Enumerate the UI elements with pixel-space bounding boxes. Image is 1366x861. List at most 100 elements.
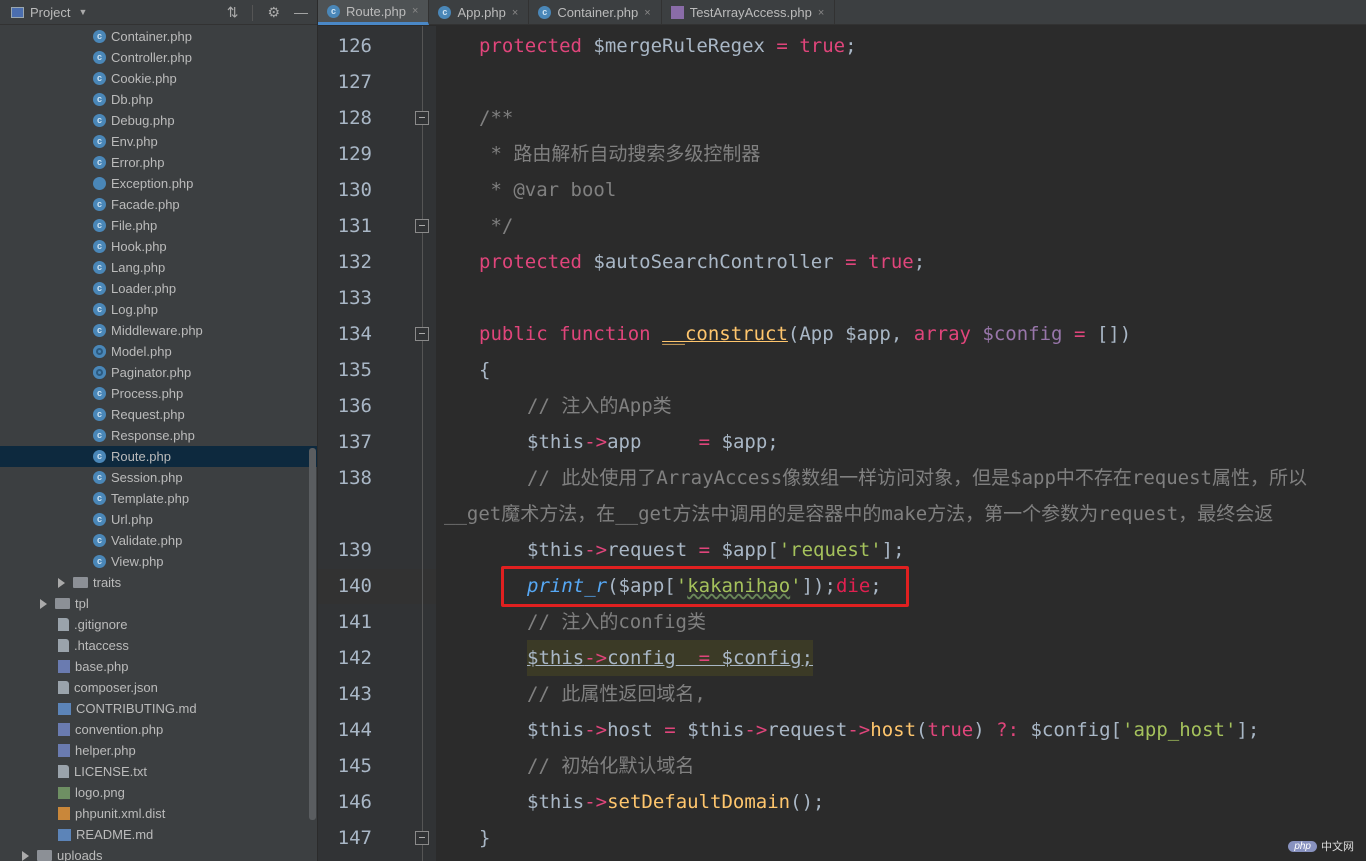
tree-item-label: Model.php: [111, 344, 172, 359]
tree-item[interactable]: c Template.php: [0, 488, 317, 509]
tree-item[interactable]: c Url.php: [0, 509, 317, 530]
line-number: 145: [337, 755, 372, 777]
close-icon[interactable]: ×: [818, 7, 824, 19]
keyword: true: [927, 719, 974, 741]
chevron-down-icon[interactable]: ▼: [78, 7, 87, 17]
tree-item[interactable]: c Lang.php: [0, 257, 317, 278]
tree-item[interactable]: c File.php: [0, 215, 317, 236]
tree-item[interactable]: c Hook.php: [0, 236, 317, 257]
tree-item[interactable]: c Container.php: [0, 26, 317, 47]
image-file-icon: [58, 786, 70, 799]
gear-icon[interactable]: ⚙: [267, 4, 280, 21]
tree-item[interactable]: c Log.php: [0, 299, 317, 320]
tree-item[interactable]: base.php: [0, 656, 317, 677]
tree-item[interactable]: logo.png: [0, 782, 317, 803]
tree-item[interactable]: c Debug.php: [0, 110, 317, 131]
fold-marker-icon[interactable]: [415, 111, 429, 125]
tree-item[interactable]: c Loader.php: [0, 278, 317, 299]
tree-item[interactable]: LICENSE.txt: [0, 761, 317, 782]
close-icon[interactable]: ×: [412, 5, 418, 17]
tree-item[interactable]: c Env.php: [0, 131, 317, 152]
hide-panel-icon[interactable]: —: [294, 4, 308, 21]
text-file-icon: [58, 639, 69, 652]
tree-item[interactable]: c View.php: [0, 551, 317, 572]
tree-item[interactable]: helper.php: [0, 740, 317, 761]
code-line: // 注入的config类: [527, 604, 706, 640]
tree-item-label: base.php: [75, 659, 129, 674]
tab-container[interactable]: c Container.php ×: [529, 0, 662, 25]
code-line: // 注入的App类: [527, 388, 672, 424]
tree-item[interactable]: Paginator.php: [0, 362, 317, 383]
tab-app[interactable]: c App.php ×: [429, 0, 530, 25]
tree-item[interactable]: c Db.php: [0, 89, 317, 110]
tree-item[interactable]: c Middleware.php: [0, 320, 317, 341]
line-number: 138: [337, 467, 372, 489]
line-number: 126: [337, 35, 372, 57]
tree-item[interactable]: c Response.php: [0, 425, 317, 446]
tree-item[interactable]: phpunit.xml.dist: [0, 803, 317, 824]
class-icon: c: [438, 6, 452, 19]
sidebar-scrollbar[interactable]: [309, 448, 316, 820]
punct: ): [973, 719, 997, 741]
tree-item-label: Env.php: [111, 134, 158, 149]
chevron-right-icon[interactable]: [58, 577, 65, 588]
chevron-right-icon[interactable]: [22, 850, 29, 861]
fold-marker-icon[interactable]: [415, 219, 429, 233]
tree-item[interactable]: c Validate.php: [0, 530, 317, 551]
comment: // 此处使用了ArrayAccess像数组一样访问对象，但是$app中不存在r…: [527, 467, 1307, 489]
tree-item[interactable]: c Process.php: [0, 383, 317, 404]
tree-folder[interactable]: tpl: [0, 593, 317, 614]
line-number: 128: [337, 107, 372, 129]
keyword: true: [799, 35, 846, 57]
markdown-file-icon: [58, 828, 71, 841]
tree-item[interactable]: c Route.php: [0, 446, 317, 467]
keyword: die: [835, 575, 871, 597]
tab-route[interactable]: c Route.php ×: [318, 0, 430, 25]
tree-item[interactable]: .gitignore: [0, 614, 317, 635]
tree-item-label: phpunit.xml.dist: [75, 806, 166, 821]
tree-item-label: Error.php: [111, 155, 165, 170]
tree-folder[interactable]: uploads: [0, 845, 317, 861]
punct: [: [767, 539, 779, 561]
tree-item[interactable]: convention.php: [0, 719, 317, 740]
line-number: 139: [337, 539, 372, 561]
tree-item-label: Facade.php: [111, 197, 180, 212]
tree-item[interactable]: c Controller.php: [0, 47, 317, 68]
class-icon: c: [93, 534, 106, 547]
tree-folder-label: tpl: [75, 596, 89, 611]
class-icon: c: [93, 135, 106, 148]
this: $this: [527, 539, 585, 561]
tree-item[interactable]: c Session.php: [0, 467, 317, 488]
tree-item[interactable]: Exception.php: [0, 173, 317, 194]
tree-folder[interactable]: traits: [0, 572, 317, 593]
tree-item[interactable]: c Cookie.php: [0, 68, 317, 89]
tree-item[interactable]: .htaccess: [0, 635, 317, 656]
tree-item[interactable]: Model.php: [0, 341, 317, 362]
variable: $app: [721, 431, 768, 453]
tree-item[interactable]: composer.json: [0, 677, 317, 698]
variable: $app: [618, 575, 665, 597]
tree-item[interactable]: c Facade.php: [0, 194, 317, 215]
tab-testarrayaccess[interactable]: TestArrayAccess.php ×: [662, 0, 836, 25]
line-number: 140: [337, 575, 372, 597]
tree-item[interactable]: c Request.php: [0, 404, 317, 425]
chevron-right-icon[interactable]: [40, 598, 47, 609]
fold-marker-icon[interactable]: [415, 831, 429, 845]
line-number: 133: [337, 287, 372, 309]
tree-item-label: Request.php: [111, 407, 185, 422]
punct: ;: [845, 35, 857, 57]
close-icon[interactable]: ×: [512, 7, 518, 19]
comment: // 注入的App类: [527, 395, 672, 417]
collapse-all-icon[interactable]: ⇅: [227, 4, 239, 21]
tree-item[interactable]: README.md: [0, 824, 317, 845]
class-icon: c: [93, 93, 106, 106]
code-line: $this->request = $app['request'];: [527, 532, 905, 568]
fold-marker-icon[interactable]: [415, 327, 429, 341]
function-call: print_r: [527, 575, 608, 597]
tree-item[interactable]: CONTRIBUTING.md: [0, 698, 317, 719]
keyword: function: [559, 323, 651, 345]
project-title[interactable]: Project: [30, 5, 70, 20]
tree-item[interactable]: c Error.php: [0, 152, 317, 173]
close-icon[interactable]: ×: [644, 7, 650, 19]
